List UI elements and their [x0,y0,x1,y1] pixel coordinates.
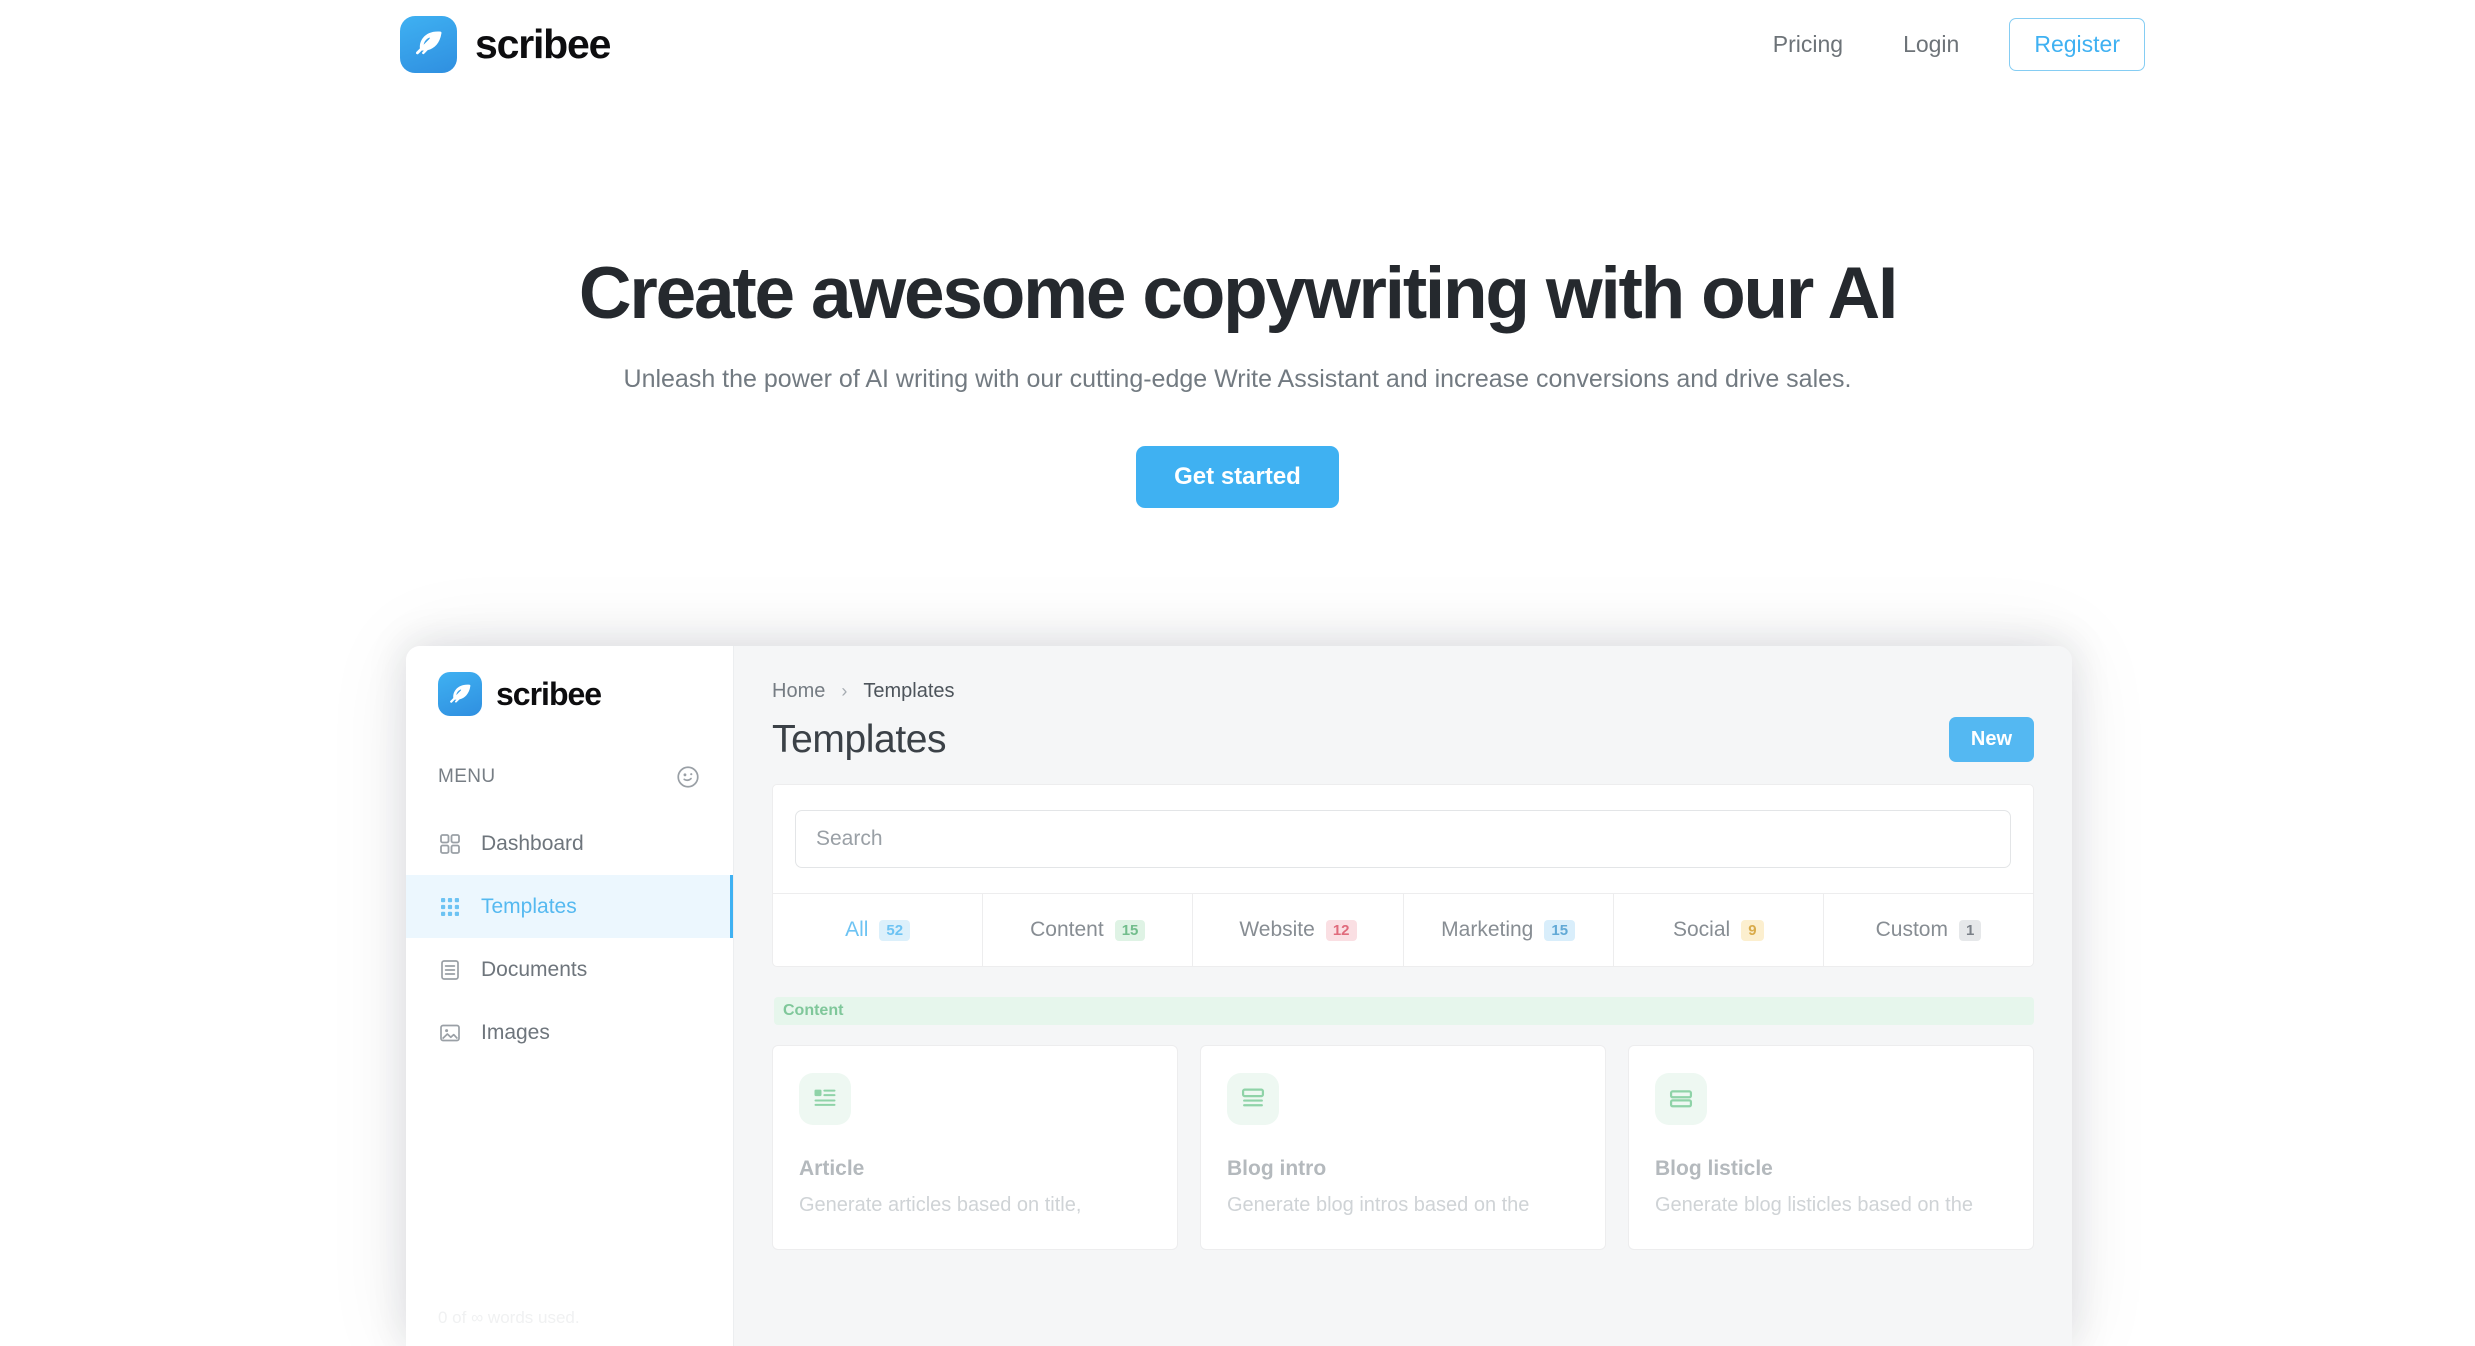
template-card-title: Blog intro [1227,1157,1327,1180]
breadcrumb-home[interactable]: Home [772,680,825,703]
get-started-button[interactable]: Get started [1136,445,1339,508]
tab-count-badge: 12 [1325,919,1357,941]
tab-label: All [845,918,869,941]
hero-subtitle: Unleash the power of AI writing with our… [623,364,1852,393]
document-lines-icon [438,958,462,982]
register-button[interactable]: Register [2009,17,2145,71]
page-title: Templates [772,717,947,761]
blog-listicle-icon [1655,1073,1707,1125]
tab-label: Website [1239,918,1315,941]
tab-label: Social [1673,918,1731,941]
hero-cta-wrap: Get started [0,445,2475,508]
sidebar-item-label: Images [481,1020,550,1044]
template-card-article[interactable]: Article Generate articles based on title… [772,1045,1178,1250]
sidebar-item-dashboard[interactable]: Dashboard [406,812,733,875]
words-used-label: 0 of ∞ words used. [438,1308,580,1327]
tab-label: Content [1030,918,1104,941]
breadcrumb-current: Templates [863,680,955,702]
template-card-desc: Generate articles based on title, [799,1194,1082,1216]
site-logo[interactable]: scribee [400,15,611,73]
template-card-title: Blog listicle [1655,1157,1773,1180]
face-smile-icon[interactable] [675,764,701,790]
tab-custom[interactable]: Custom 1 [1824,894,2033,966]
app-logo[interactable]: scribee [406,672,733,716]
app-logo-text: scribee [496,676,602,712]
template-card-blog-listicle[interactable]: Blog listicle Generate blog listicles ba… [1628,1045,2034,1250]
tab-count-badge: 15 [1114,919,1146,941]
search-row [773,785,2033,893]
app-preview-panel: scribee MENU Dashboard Templates Documen… [406,646,2072,1346]
image-icon [438,1021,462,1045]
nav-link-login[interactable]: Login [1877,21,1985,68]
tab-label: Marketing [1441,918,1534,941]
template-card-desc: Generate blog intros based on the [1227,1194,1530,1216]
blog-intro-icon [1227,1073,1279,1125]
site-header: scribee Pricing Login Register [0,0,2475,88]
chevron-right-icon: › [841,681,848,701]
tab-all[interactable]: All 52 [773,894,984,966]
category-tabs: All 52 Content 15 Website 12 Marketing 1… [773,893,2033,966]
tab-count-badge: 52 [879,919,911,941]
sidebar-item-label: Templates [481,894,577,918]
page-header: Templates New [772,717,2034,762]
search-input[interactable] [795,810,2011,868]
sidebar-item-label: Documents [481,957,588,981]
menu-label: MENU [438,766,496,787]
sidebar-item-templates[interactable]: Templates [406,875,733,938]
sidebar-menu-header: MENU [406,764,733,790]
new-button[interactable]: New [1948,717,2034,762]
templates-panel: All 52 Content 15 Website 12 Marketing 1… [772,784,2034,967]
nav-link-pricing[interactable]: Pricing [1747,21,1869,68]
sidebar-item-documents[interactable]: Documents [406,938,733,1001]
tab-label: Custom [1875,918,1948,941]
tab-content[interactable]: Content 15 [983,894,1194,966]
breadcrumb: Home › Templates [772,680,2034,703]
tab-count-badge: 9 [1741,919,1764,941]
group-label-content: Content [774,997,2034,1025]
app-sidebar: scribee MENU Dashboard Templates Documen… [406,646,734,1346]
site-logo-text: scribee [475,20,611,67]
app-main: Home › Templates Templates New All 52 Co… [734,646,2072,1346]
template-card-blog-intro[interactable]: Blog intro Generate blog intros based on… [1200,1045,1606,1250]
grid-3x3-dots-icon [438,895,462,919]
sidebar-item-images[interactable]: Images [406,1001,733,1064]
template-card-desc: Generate blog listicles based on the [1655,1194,1973,1216]
grid-2x2-icon [438,832,462,856]
template-card-title: Article [799,1157,865,1180]
hero-title: Create awesome copywriting with our AI [578,253,1898,334]
tab-website[interactable]: Website 12 [1193,894,1404,966]
article-icon [799,1073,851,1125]
tab-social[interactable]: Social 9 [1614,894,1824,966]
site-nav: Pricing Login Register [1747,17,2145,71]
template-card-grid: Article Generate articles based on title… [772,1045,2034,1250]
sidebar-item-label: Dashboard [481,831,584,855]
tab-marketing[interactable]: Marketing 15 [1404,894,1614,966]
tab-count-badge: 15 [1544,919,1576,941]
hero-section: Create awesome copywriting with our AI U… [0,88,2475,508]
feather-icon [438,672,482,716]
tab-count-badge: 1 [1958,919,1982,941]
feather-icon [400,15,457,73]
